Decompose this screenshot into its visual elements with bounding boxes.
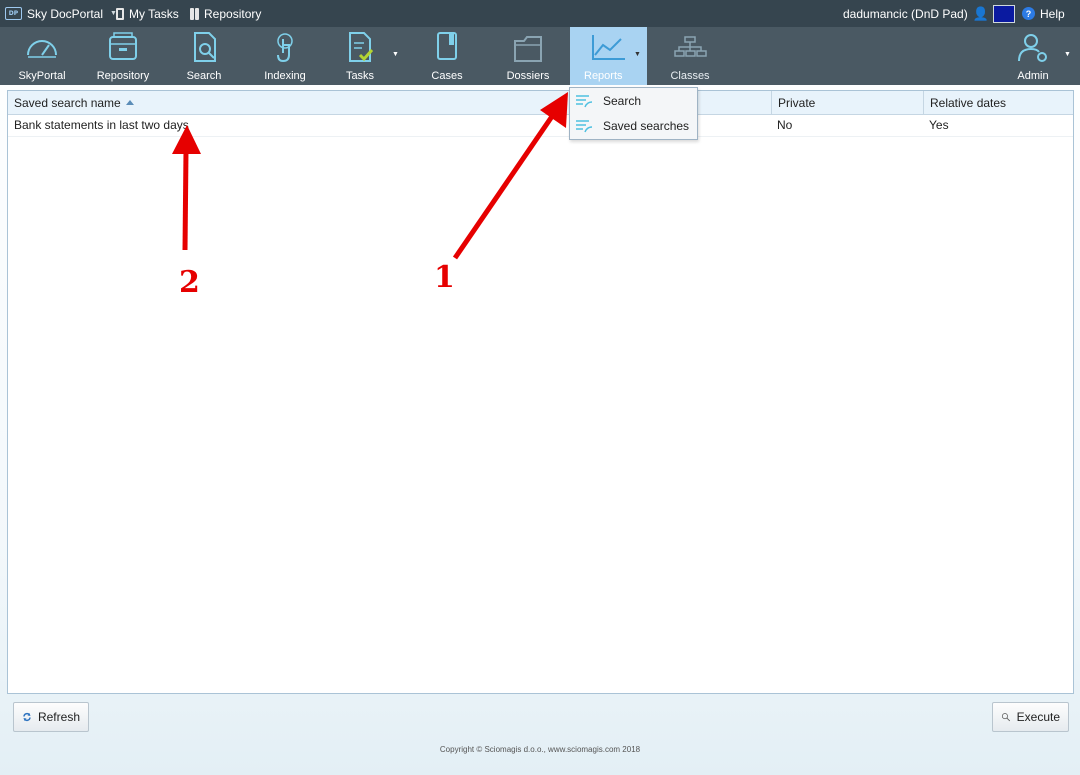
annotation-label-1: 1: [434, 260, 455, 295]
annotation-label-2: 2: [179, 265, 200, 300]
annotation-arrow-2: [172, 125, 201, 251]
annotation-arrows: [172, 92, 568, 260]
annotation-arrow-1: [452, 92, 568, 260]
